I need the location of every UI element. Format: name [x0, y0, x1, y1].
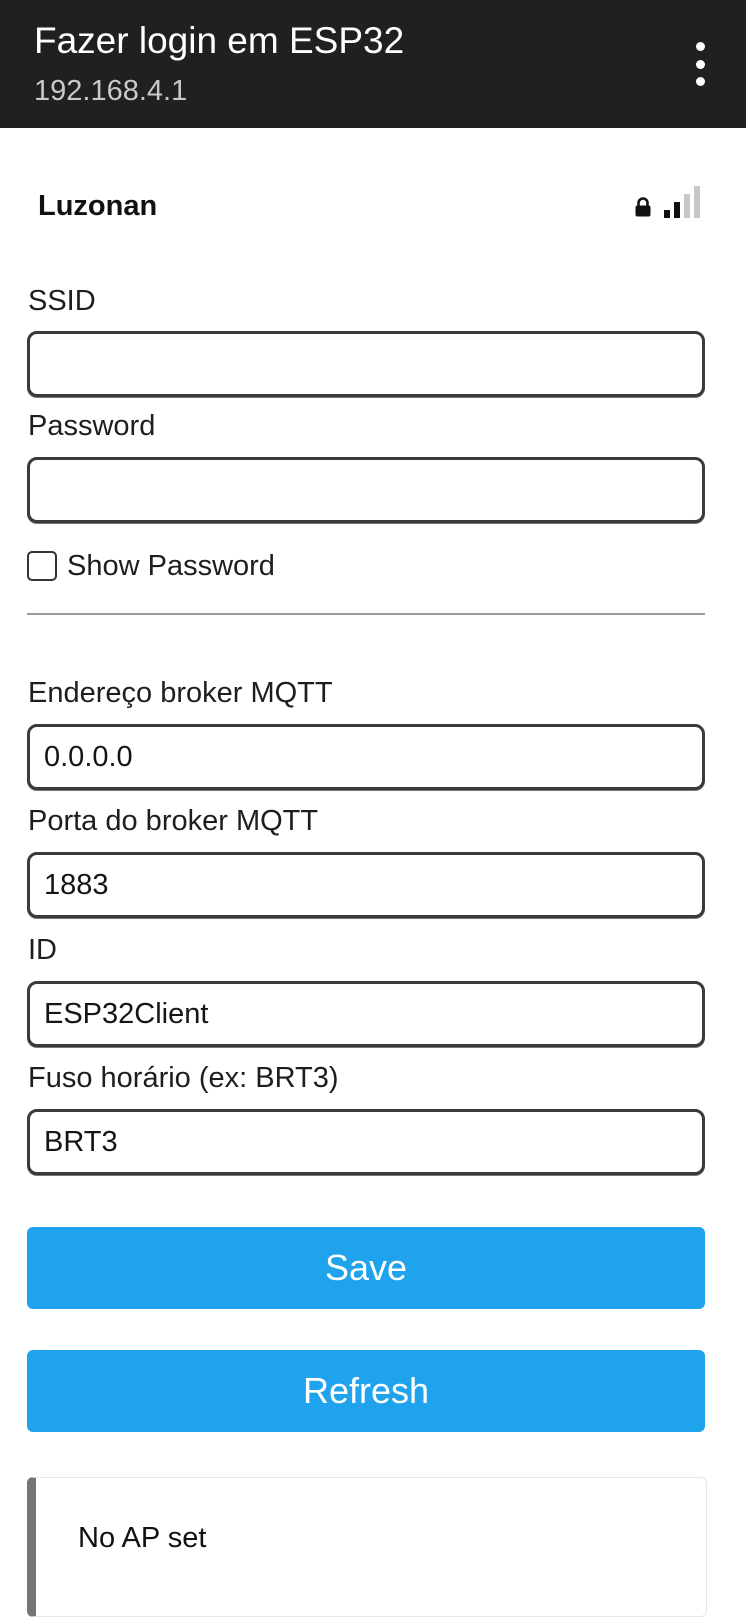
ssid-label: SSID: [28, 285, 96, 317]
mqtt-port-label: Porta do broker MQTT: [28, 805, 319, 837]
save-button[interactable]: Save: [27, 1227, 705, 1309]
timezone-label: Fuso horário (ex: BRT3): [28, 1062, 339, 1094]
browser-header: Fazer login em ESP32 192.168.4.1: [0, 0, 746, 128]
id-label: ID: [28, 934, 57, 966]
show-password-checkbox[interactable]: [27, 551, 57, 581]
mqtt-address-input[interactable]: [27, 724, 705, 790]
mqtt-address-label: Endereço broker MQTT: [28, 677, 333, 709]
status-message: No AP set: [78, 1522, 207, 1554]
ssid-input[interactable]: [27, 331, 705, 397]
page-url: 192.168.4.1: [34, 75, 188, 107]
network-item-luzonan[interactable]: Luzonan: [28, 176, 708, 236]
password-input[interactable]: [27, 457, 705, 523]
more-vert-icon[interactable]: [680, 42, 720, 86]
mqtt-port-input[interactable]: [27, 852, 705, 918]
timezone-input[interactable]: [27, 1109, 705, 1175]
lock-icon: [635, 197, 651, 217]
signal-strength-icon: [664, 186, 700, 218]
refresh-button[interactable]: Refresh: [27, 1350, 705, 1432]
status-message-box: No AP set: [27, 1477, 707, 1617]
network-name: Luzonan: [38, 190, 158, 222]
password-label: Password: [28, 410, 156, 442]
show-password-toggle[interactable]: Show Password: [27, 548, 275, 584]
page-title: Fazer login em ESP32: [34, 20, 405, 61]
show-password-label: Show Password: [67, 549, 275, 582]
client-id-input[interactable]: [27, 981, 705, 1047]
divider: [27, 613, 705, 615]
